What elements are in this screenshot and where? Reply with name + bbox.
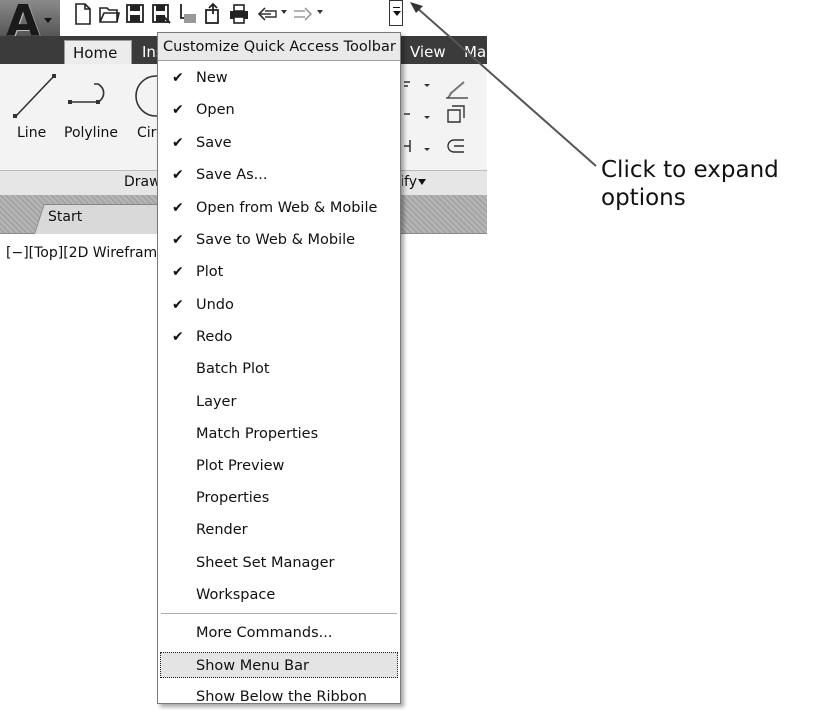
menu-item-workspace[interactable]: Workspace: [160, 582, 398, 608]
circle-tool-label[interactable]: Circle: [137, 125, 157, 141]
undo-icon[interactable]: [256, 2, 278, 26]
save-icon[interactable]: [124, 2, 146, 26]
menu-item-save-to-web[interactable]: ✔ Save to Web & Mobile: [160, 227, 398, 253]
redo-dropdown-icon[interactable]: [317, 10, 323, 14]
check-icon: ✔: [172, 167, 184, 183]
menu-item-properties[interactable]: Properties: [160, 485, 398, 511]
check-icon: ✔: [172, 232, 184, 248]
check-icon: ✔: [172, 297, 184, 313]
check-icon: ✔: [172, 200, 184, 216]
menu-item-show-menu-bar[interactable]: Show Menu Bar: [160, 652, 398, 678]
dash-icon: [393, 7, 400, 8]
modify-tools-icon[interactable]: [402, 76, 482, 172]
file-tab-label[interactable]: Start: [48, 209, 82, 225]
check-icon: ✔: [172, 102, 184, 118]
save-as-icon[interactable]: [150, 2, 172, 26]
menu-item-new[interactable]: ✔ New: [160, 65, 398, 91]
save-to-web-icon[interactable]: [202, 2, 224, 26]
menu-item-open-from-web[interactable]: ✔ Open from Web & Mobile: [160, 195, 398, 221]
menu-item-undo[interactable]: ✔ Undo: [160, 292, 398, 318]
quick-access-toolbar: [60, 0, 420, 36]
menu-item-open[interactable]: ✔ Open: [160, 97, 398, 123]
redo-icon[interactable]: [292, 2, 314, 26]
menu-item-save[interactable]: ✔ Save: [160, 130, 398, 156]
menu-item-sheet-set-manager[interactable]: Sheet Set Manager: [160, 550, 398, 576]
undo-dropdown-icon[interactable]: [281, 10, 287, 14]
circle-tool-icon[interactable]: [124, 72, 158, 122]
menu-item-plot[interactable]: ✔ Plot: [160, 259, 398, 285]
check-icon: ✔: [172, 70, 184, 86]
polyline-tool-icon[interactable]: [66, 78, 126, 118]
customize-toolbar-button[interactable]: [389, 0, 403, 26]
menu-item-show-below-ribbon[interactable]: Show Below the Ribbon: [160, 684, 398, 710]
menu-divider: [161, 613, 397, 614]
polyline-tool-label[interactable]: Polyline: [64, 125, 118, 141]
menu-item-plot-preview[interactable]: Plot Preview: [160, 453, 398, 479]
menu-item-more-commands[interactable]: More Commands...: [160, 620, 398, 646]
draw-panel-title[interactable]: Draw: [124, 174, 157, 190]
chevron-down-icon[interactable]: [418, 179, 426, 185]
menu-title: Customize Quick Access Toolbar: [158, 33, 400, 61]
menu-item-redo[interactable]: ✔ Redo: [160, 324, 398, 350]
plot-icon[interactable]: [228, 2, 250, 26]
check-icon: ✔: [172, 264, 184, 280]
menu-item-save-as[interactable]: ✔ Save As...: [160, 162, 398, 188]
menu-item-layer[interactable]: Layer: [160, 389, 398, 415]
menu-item-match-properties[interactable]: Match Properties: [160, 421, 398, 447]
tab-manage[interactable]: Manage: [456, 40, 487, 64]
customize-quick-access-menu: Customize Quick Access Toolbar ✔ New ✔ Ope…: [157, 32, 401, 705]
chevron-down-icon: [44, 18, 52, 23]
menu-item-batch-plot[interactable]: Batch Plot: [160, 356, 398, 382]
line-tool-label[interactable]: Line: [17, 125, 46, 141]
open-folder-icon[interactable]: [98, 2, 120, 26]
menu-item-render[interactable]: Render: [160, 517, 398, 543]
new-file-icon[interactable]: [72, 2, 94, 26]
viewport-controls[interactable]: [−][Top][2D Wireframe]: [6, 245, 171, 261]
check-icon: ✔: [172, 329, 184, 345]
modify-panel-title[interactable]: Modify: [402, 174, 417, 190]
annotation-callout: Click to expand options: [601, 157, 779, 211]
chevron-down-icon: [393, 11, 401, 16]
check-icon: ✔: [172, 135, 184, 151]
open-from-web-icon[interactable]: [176, 2, 198, 26]
tab-home[interactable]: Home: [64, 40, 132, 64]
tab-view[interactable]: View: [402, 40, 450, 64]
line-tool-icon[interactable]: [10, 72, 60, 122]
